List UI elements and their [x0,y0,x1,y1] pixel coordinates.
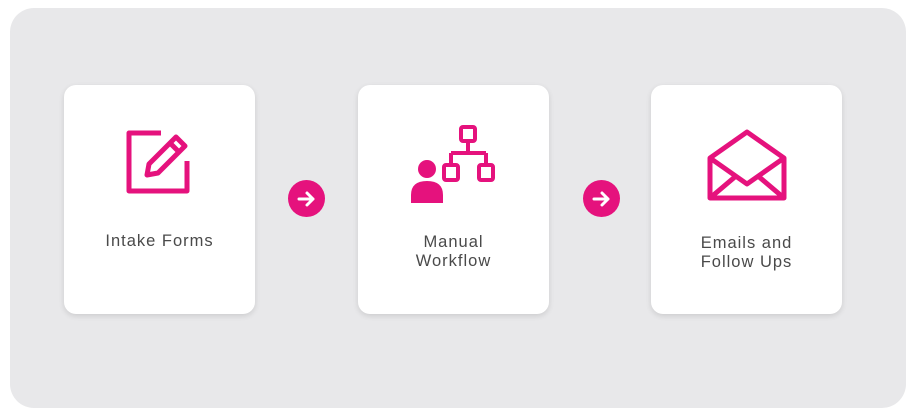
arrow-right-circle-icon [288,180,325,217]
step-label: Emails and Follow Ups [700,234,793,271]
arrow-right-circle-icon [583,180,620,217]
step-label: Intake Forms [105,232,214,250]
edit-form-icon [64,130,255,196]
step-card-intake-forms: Intake Forms [64,85,255,314]
step-card-manual-workflow: Manual Workflow [358,85,549,314]
step-label: Manual Workflow [415,233,492,270]
step-card-emails-follow-ups: Emails and Follow Ups [651,85,842,314]
person-workflow-icon [358,123,549,205]
open-envelope-icon [651,128,842,202]
